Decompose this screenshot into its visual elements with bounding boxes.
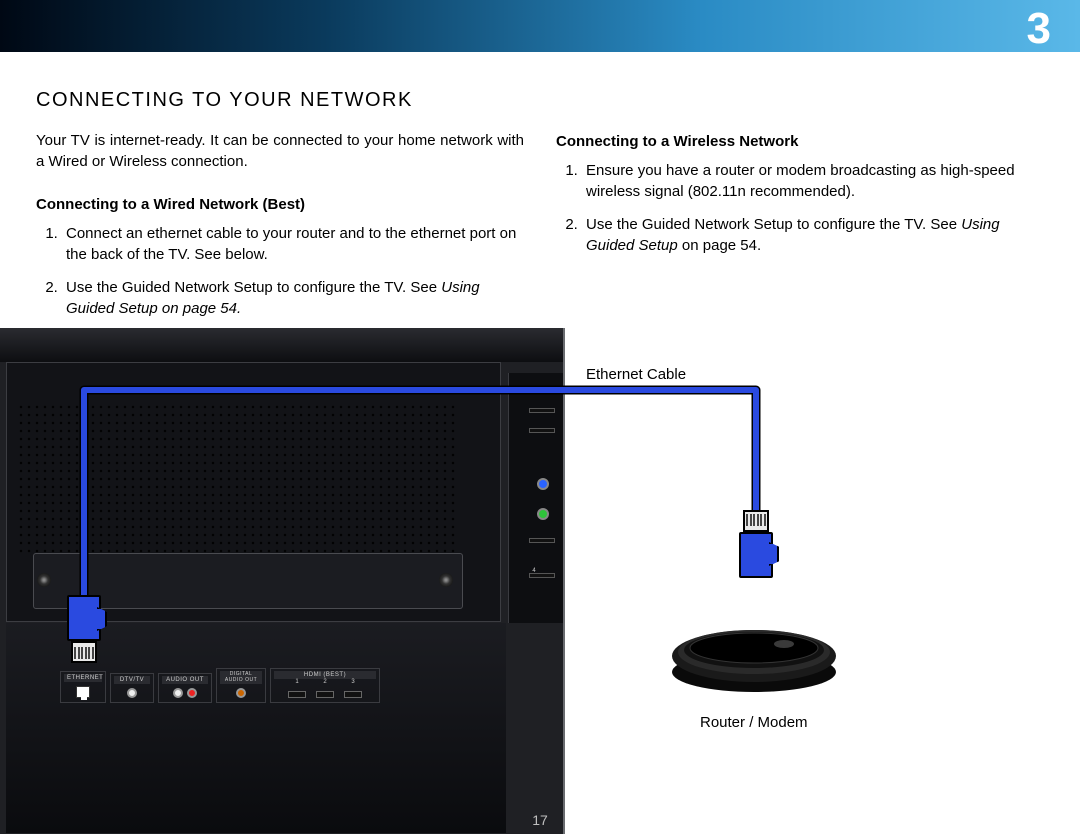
wired-step-2: Use the Guided Network Setup to configur… [62,277,524,319]
chapter-number: 3 [1027,4,1052,54]
intro-paragraph: Your TV is internet-ready. It can be con… [36,130,524,172]
bottom-port-row: ETHERNET DTV/TV AUDIO OUT DIGITAL AUDIO … [60,663,390,703]
wired-subheading: Connecting to a Wired Network (Best) [36,194,524,215]
hdmi-port-icon [344,691,362,698]
coax-port-icon [127,688,137,698]
router-label: Router / Modem [700,714,808,731]
rca-white-icon [173,688,183,698]
wired-steps: Connect an ethernet cable to your router… [36,223,524,319]
hdmi-port-icon [316,691,334,698]
page-number: 17 [532,812,548,828]
side-port-panel: 4 [508,373,563,623]
right-column: Connecting to a Wireless Network Ensure … [556,86,1044,331]
wireless-subheading: Connecting to a Wireless Network [556,131,1044,152]
wired-step-1: Connect an ethernet cable to your router… [62,223,524,265]
ethernet-port-icon [76,686,90,698]
dtv-port: DTV/TV [110,673,154,703]
page-body: CONNECTING TO YOUR NETWORK Your TV is in… [0,52,1080,331]
digital-audio-port: DIGITAL AUDIO OUT [216,668,266,703]
chapter-banner: 3 [0,0,1080,52]
hdmi-slot4-label: 4 [519,568,549,574]
screw-icon [37,573,51,587]
page-title: CONNECTING TO YOUR NETWORK [36,86,524,114]
connection-diagram: 4 ETHERNET DTV/TV AUDIO OUT DIGITAL AUDI… [0,328,1080,834]
wireless-step-1: Ensure you have a router or modem broadc… [582,160,1044,202]
hdmi-port-icon [288,691,306,698]
wireless-steps: Ensure you have a router or modem broadc… [556,160,1044,256]
left-column: CONNECTING TO YOUR NETWORK Your TV is in… [36,86,524,331]
screw-icon [439,573,453,587]
blue-jack-icon [537,478,549,490]
ethernet-cable-label: Ethernet Cable [586,366,686,383]
ethernet-port: ETHERNET [60,671,106,703]
rj45-connector-tv-icon [64,595,104,665]
hdmi-ports: HDMI (BEST) 1 2 3 [270,668,380,703]
rj45-connector-router-icon [736,508,776,578]
spdif-port-icon [236,688,246,698]
router-device-icon [664,614,844,694]
rca-red-icon [187,688,197,698]
wireless-step-2: Use the Guided Network Setup to configur… [582,214,1044,256]
tv-back-panel: 4 ETHERNET DTV/TV AUDIO OUT DIGITAL AUDI… [0,328,565,834]
green-jack-icon [537,508,549,520]
audio-out-port: AUDIO OUT [158,673,212,703]
ventilation-grille [17,403,457,557]
